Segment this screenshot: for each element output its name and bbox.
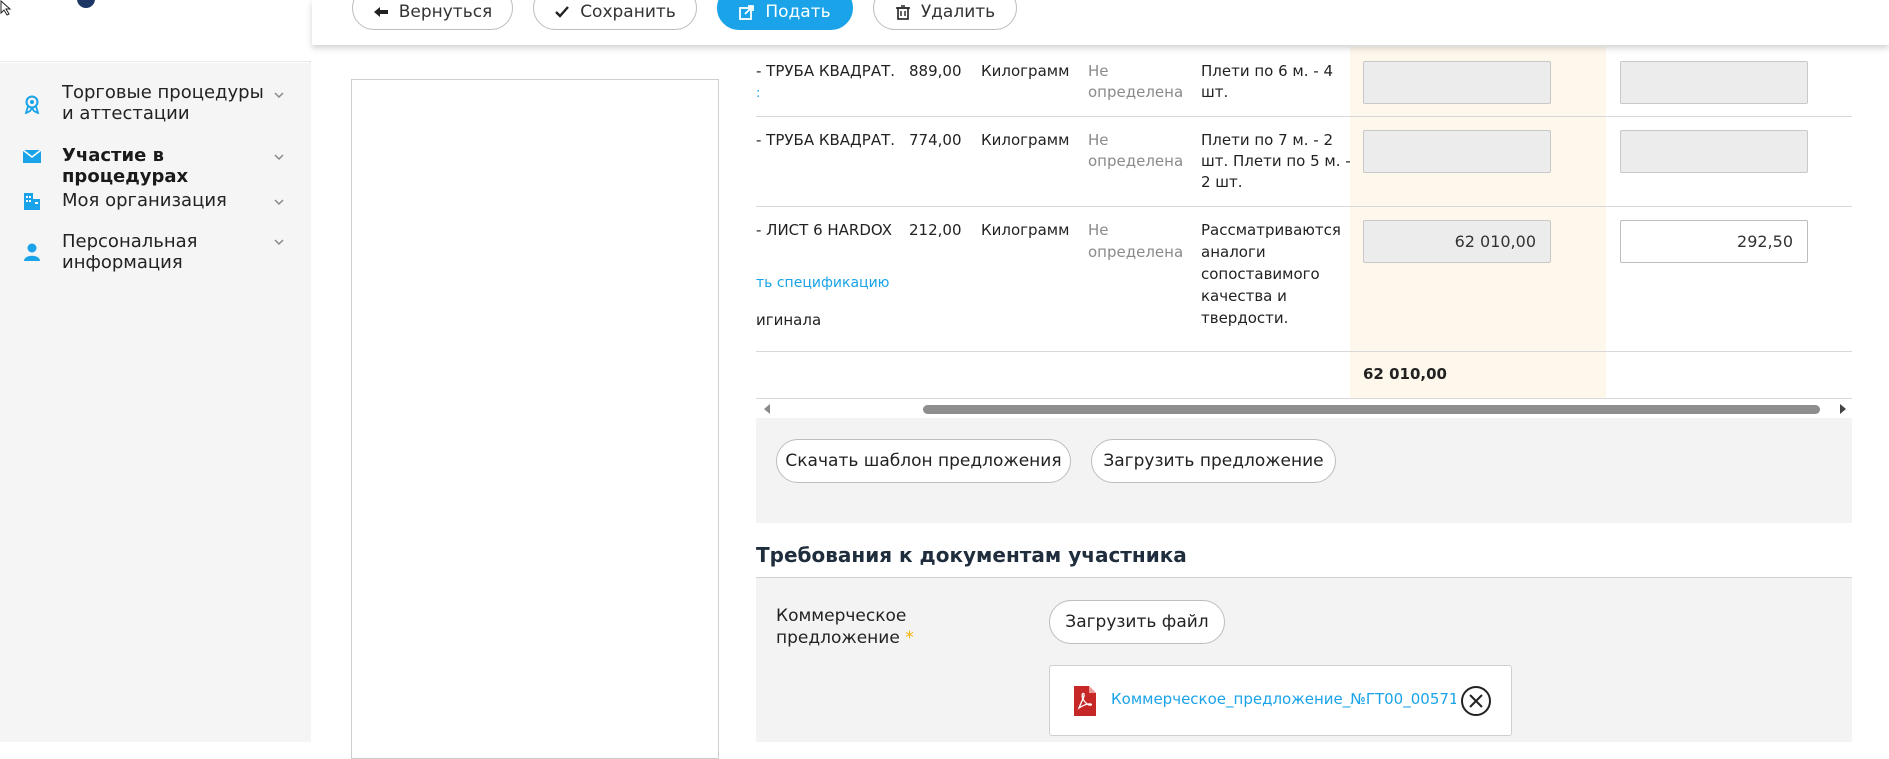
- sidebar-item-label: Торговые процедуры и аттестации: [62, 82, 264, 124]
- left-content-panel: [351, 79, 719, 759]
- delete-button-label: Удалить: [920, 2, 996, 22]
- logo[interactable]: [77, 0, 95, 8]
- building-icon: [24, 193, 40, 210]
- attached-file: Коммерческое_предложение_№ГТ00_005714...: [1049, 665, 1512, 736]
- upload-file-button[interactable]: Загрузить файл: [1049, 600, 1225, 644]
- sidebar: Торговые процедуры и аттестации Участие …: [0, 0, 311, 742]
- item-note: Плети по 6 м. - 4: [1201, 62, 1333, 80]
- person-icon: [24, 243, 40, 261]
- specification-table: - ТРУБА КВАДРАТ. : 889,00 Килограмм Не о…: [756, 47, 1852, 399]
- upload-file-label: Загрузить файл: [1065, 612, 1209, 632]
- row-divider: [756, 398, 1852, 399]
- sidebar-item-personal-info[interactable]: Персональная информация: [0, 231, 311, 275]
- remove-file-button[interactable]: [1461, 686, 1491, 716]
- item-note: шт.: [1201, 83, 1229, 101]
- sidebar-item-label: Персональная информация: [62, 231, 198, 273]
- item-status: определена: [1088, 243, 1184, 261]
- pdf-file-icon: [1074, 686, 1096, 716]
- scrollbar-thumb[interactable]: [923, 405, 1820, 414]
- sidebar-item-trading-procedures[interactable]: Торговые процедуры и аттестации: [0, 82, 311, 126]
- item-note: качества и: [1201, 287, 1287, 305]
- back-button[interactable]: Вернуться: [352, 0, 513, 30]
- envelope-icon: [22, 149, 42, 163]
- original-text: игинала: [756, 311, 822, 329]
- item-quantity: 212,00: [909, 221, 962, 239]
- item-note: шт. Плети по 5 м. -: [1201, 152, 1351, 170]
- item-quantity: 889,00: [909, 62, 962, 80]
- delete-button[interactable]: Удалить: [873, 0, 1017, 30]
- view-specification-link[interactable]: ть спецификацию: [756, 273, 889, 294]
- chevron-down-icon: [274, 154, 284, 161]
- section-title: Требования к документам участника: [756, 543, 1187, 567]
- item-unit: Килограмм: [981, 131, 1070, 149]
- price-input[interactable]: [1363, 61, 1551, 104]
- item-name: - ТРУБА КВАДРАТ.: [756, 131, 896, 149]
- action-toolbar: Вернуться Сохранить Подать Удалить: [312, 0, 1889, 45]
- back-button-label: Вернуться: [398, 2, 493, 22]
- item-status: определена: [1088, 152, 1184, 170]
- unit-price-input[interactable]: [1620, 61, 1808, 104]
- upload-proposal-button[interactable]: Загрузить предложение: [1091, 439, 1336, 483]
- save-button[interactable]: Сохранить: [533, 0, 697, 30]
- chevron-down-icon: [274, 239, 284, 246]
- unit-price-input[interactable]: 292,50: [1620, 220, 1808, 263]
- chevron-down-icon: [274, 199, 284, 206]
- sidebar-item-my-organization[interactable]: Моя организация: [0, 190, 311, 214]
- item-status: Не: [1088, 221, 1109, 239]
- item-note: сопоставимого: [1201, 265, 1320, 283]
- submit-button-label: Подать: [765, 2, 831, 22]
- arrow-left-icon: [373, 7, 388, 17]
- item-status: Не: [1088, 62, 1109, 80]
- share-icon: [739, 5, 755, 20]
- item-note: Рассматриваются: [1201, 221, 1341, 239]
- award-icon: [24, 95, 40, 114]
- price-input[interactable]: 62 010,00: [1363, 220, 1551, 263]
- required-marker: *: [905, 628, 914, 648]
- file-name-link[interactable]: Коммерческое_предложение_№ГТ00_005714...: [1111, 690, 1456, 708]
- horizontal-scrollbar[interactable]: [756, 400, 1852, 418]
- item-status: Не: [1088, 131, 1109, 149]
- item-unit: Килограмм: [981, 62, 1070, 80]
- upload-proposal-label: Загрузить предложение: [1103, 451, 1324, 471]
- item-unit: Килограмм: [981, 221, 1070, 239]
- sidebar-item-participation[interactable]: Участие в процедурах: [0, 145, 311, 187]
- item-name: - ЛИСТ 6 HARDOX: [756, 221, 893, 239]
- download-template-button[interactable]: Скачать шаблон предложения: [776, 439, 1071, 483]
- row-divider: [756, 351, 1852, 352]
- item-note: Плети по 7 м. - 2: [1201, 131, 1333, 149]
- chevron-down-icon: [274, 92, 284, 99]
- item-note: 2 шт.: [1201, 173, 1243, 191]
- item-note: аналоги: [1201, 243, 1266, 261]
- checkmark-icon: [555, 6, 570, 18]
- unit-price-input[interactable]: [1620, 130, 1808, 173]
- save-button-label: Сохранить: [580, 2, 676, 22]
- sidebar-item-label: Участие в процедурах: [62, 145, 189, 187]
- commercial-proposal-label: Коммерческое предложение *: [776, 605, 966, 649]
- total-amount: 62 010,00: [1363, 365, 1447, 383]
- item-status: определена: [1088, 83, 1184, 101]
- submit-button[interactable]: Подать: [717, 0, 853, 30]
- row-link-fragment[interactable]: :: [756, 83, 760, 104]
- trash-icon: [895, 5, 910, 20]
- price-input[interactable]: [1363, 130, 1551, 173]
- sidebar-item-label: Моя организация: [62, 190, 227, 211]
- item-name: - ТРУБА КВАДРАТ.: [756, 62, 896, 80]
- scroll-left-arrow-icon[interactable]: [762, 403, 772, 415]
- mouse-cursor-icon: [0, 0, 12, 16]
- scroll-right-arrow-icon[interactable]: [1838, 403, 1848, 415]
- logo-area: [0, 0, 311, 62]
- item-quantity: 774,00: [909, 131, 962, 149]
- proposal-actions: Скачать шаблон предложения Загрузить пре…: [756, 418, 1852, 523]
- download-template-label: Скачать шаблон предложения: [785, 451, 1062, 471]
- row-divider: [756, 206, 1852, 207]
- row-divider: [756, 116, 1852, 117]
- field-label-text: Коммерческое предложение: [776, 606, 907, 648]
- close-icon: [1469, 694, 1483, 708]
- item-note: твердости.: [1201, 309, 1289, 327]
